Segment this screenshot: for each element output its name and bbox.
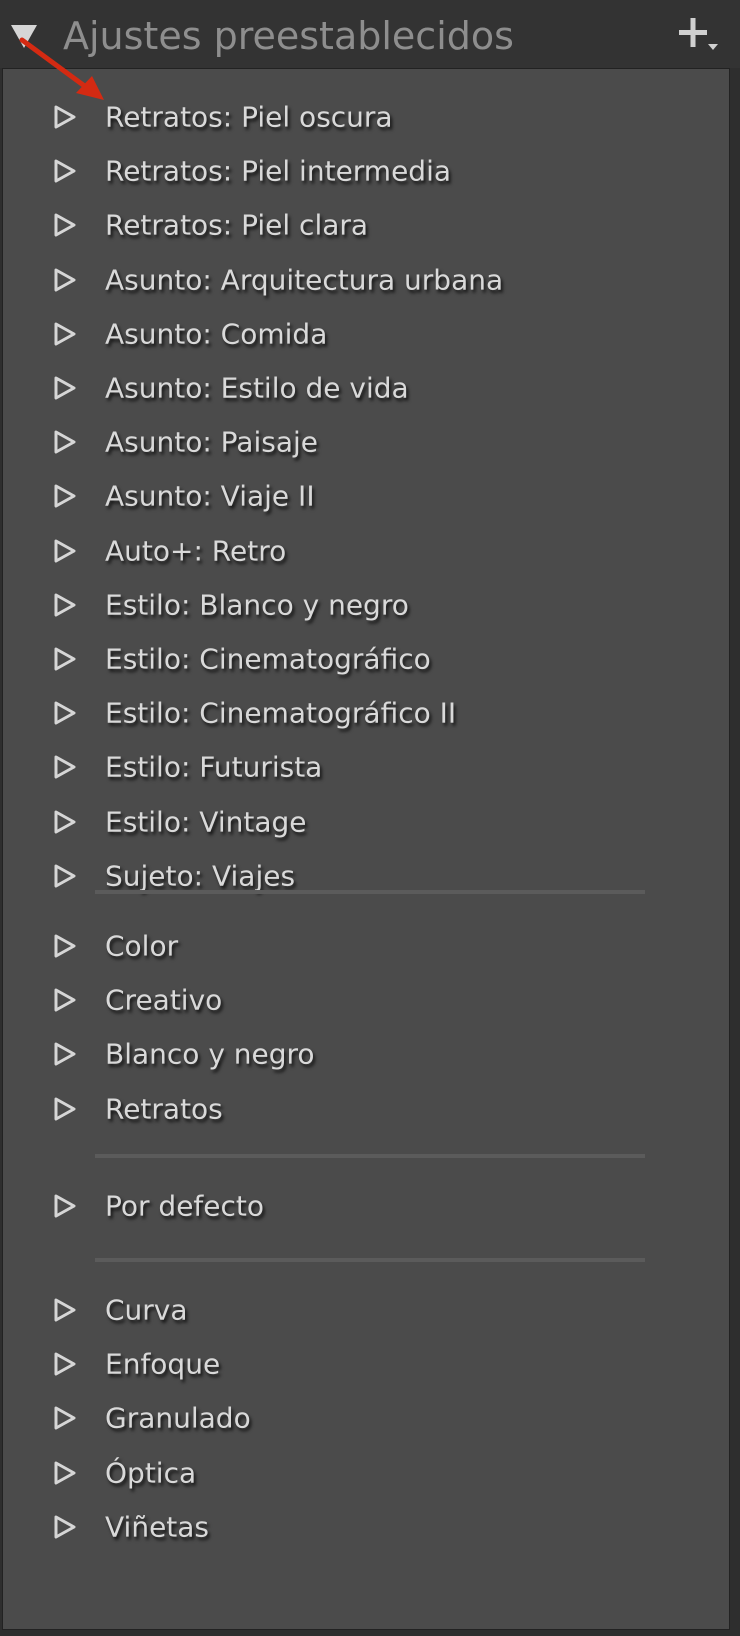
preset-folder[interactable]: Óptica (3, 1449, 731, 1503)
triangle-right-icon[interactable] (53, 1460, 77, 1486)
preset-folder-label: Retratos: Piel clara (105, 209, 369, 243)
preset-folder[interactable]: Enfoque (3, 1340, 731, 1394)
preset-group-user: Retratos: Piel oscura Retratos: Piel inte… (3, 93, 731, 906)
plus-dropdown-icon[interactable] (676, 14, 730, 60)
preset-folder[interactable]: Retratos (3, 1085, 731, 1139)
preset-folder-label: Asunto: Comida (105, 317, 328, 351)
preset-folder-label: Estilo: Blanco y negro (105, 588, 409, 622)
triangle-right-icon[interactable] (53, 754, 77, 780)
preset-folder[interactable]: Sujeto: Viajes (3, 852, 731, 906)
preset-folder[interactable]: Auto+: Retro (3, 527, 731, 581)
preset-folder-label: Estilo: Cinematográfico (105, 642, 431, 676)
preset-folder-label: Granulado (105, 1402, 251, 1436)
preset-group-builtin: Curva Enfoque Granulado Óptica Viñetas (3, 1286, 731, 1557)
preset-folder[interactable]: Retratos: Piel intermedia (3, 147, 731, 201)
preset-folder[interactable]: Viñetas (3, 1503, 731, 1557)
preset-folder-label: Enfoque (105, 1347, 221, 1381)
preset-group-adobe: Color Creativo Blanco y negro Retratos (3, 922, 731, 1139)
preset-folder-label: Color (105, 929, 179, 963)
triangle-right-icon[interactable] (53, 375, 77, 401)
panel-title: Ajustes preestablecidos (63, 14, 514, 58)
preset-folder[interactable]: Estilo: Vintage (3, 797, 731, 851)
preset-folder-label: Sujeto: Viajes (105, 859, 296, 893)
triangle-right-icon[interactable] (53, 1514, 77, 1540)
triangle-down-icon[interactable] (8, 20, 40, 52)
preset-folder[interactable]: Retratos: Piel oscura (3, 93, 731, 147)
preset-folder-label: Óptica (105, 1456, 197, 1490)
triangle-right-icon[interactable] (53, 1351, 77, 1377)
preset-folder[interactable]: Blanco y negro (3, 1030, 731, 1084)
group-divider (95, 1154, 645, 1158)
preset-folder[interactable]: Por defecto (3, 1182, 731, 1236)
preset-folder-label: Por defecto (105, 1189, 265, 1223)
preset-folder-label: Asunto: Paisaje (105, 425, 318, 459)
preset-folder[interactable]: Asunto: Paisaje (3, 418, 731, 472)
preset-folder[interactable]: Asunto: Viaje II (3, 472, 731, 526)
triangle-right-icon[interactable] (53, 809, 77, 835)
triangle-right-icon[interactable] (53, 1193, 77, 1219)
triangle-right-icon[interactable] (53, 1405, 77, 1431)
panel-header[interactable]: Ajustes preestablecidos (0, 0, 740, 68)
preset-folder-label: Curva (105, 1293, 188, 1327)
preset-folder[interactable]: Asunto: Estilo de vida (3, 364, 731, 418)
triangle-right-icon[interactable] (53, 483, 77, 509)
triangle-right-icon[interactable] (53, 429, 77, 455)
triangle-right-icon[interactable] (53, 158, 77, 184)
triangle-right-icon[interactable] (53, 538, 77, 564)
triangle-right-icon[interactable] (53, 104, 77, 130)
preset-folder-label: Viñetas (105, 1510, 210, 1544)
preset-folder-label: Blanco y negro (105, 1038, 315, 1072)
preset-folder[interactable]: Asunto: Comida (3, 310, 731, 364)
triangle-right-icon[interactable] (53, 863, 77, 889)
triangle-right-icon[interactable] (53, 933, 77, 959)
preset-folder-label: Retratos: Piel intermedia (105, 154, 452, 188)
preset-folder-label: Asunto: Estilo de vida (105, 371, 409, 405)
preset-folder[interactable]: Creativo (3, 976, 731, 1030)
triangle-right-icon[interactable] (53, 267, 77, 293)
group-divider (95, 890, 645, 894)
preset-folder[interactable]: Retratos: Piel clara (3, 201, 731, 255)
triangle-right-icon[interactable] (53, 212, 77, 238)
preset-folder[interactable]: Estilo: Cinematográfico II (3, 689, 731, 743)
triangle-right-icon[interactable] (53, 700, 77, 726)
presets-list: Retratos: Piel oscura Retratos: Piel inte… (2, 68, 730, 1630)
preset-group-defaults: Por defecto (3, 1182, 731, 1236)
triangle-right-icon[interactable] (53, 1297, 77, 1323)
presets-panel: Ajustes preestablecidos Retratos: Piel o… (0, 0, 740, 1636)
triangle-right-icon[interactable] (53, 646, 77, 672)
triangle-right-icon[interactable] (53, 321, 77, 347)
triangle-right-icon[interactable] (53, 1096, 77, 1122)
preset-folder-label: Creativo (105, 983, 223, 1017)
triangle-right-icon[interactable] (53, 592, 77, 618)
triangle-right-icon[interactable] (53, 1041, 77, 1067)
preset-folder-label: Estilo: Vintage (105, 805, 307, 839)
preset-folder-label: Estilo: Futurista (105, 750, 323, 784)
preset-folder-label: Estilo: Cinematográfico II (105, 696, 457, 730)
preset-folder[interactable]: Estilo: Futurista (3, 743, 731, 797)
preset-folder[interactable]: Estilo: Cinematográfico (3, 635, 731, 689)
preset-folder[interactable]: Color (3, 922, 731, 976)
preset-folder-label: Asunto: Viaje II (105, 480, 315, 514)
preset-folder-label: Retratos (105, 1092, 223, 1126)
preset-folder-label: Auto+: Retro (105, 534, 287, 568)
preset-folder[interactable]: Estilo: Blanco y negro (3, 581, 731, 635)
preset-folder[interactable]: Curva (3, 1286, 731, 1340)
preset-folder-label: Retratos: Piel oscura (105, 100, 393, 134)
triangle-right-icon[interactable] (53, 987, 77, 1013)
preset-folder[interactable]: Granulado (3, 1394, 731, 1448)
preset-folder-label: Asunto: Arquitectura urbana (105, 263, 504, 297)
preset-folder[interactable]: Asunto: Arquitectura urbana (3, 256, 731, 310)
group-divider (95, 1258, 645, 1262)
